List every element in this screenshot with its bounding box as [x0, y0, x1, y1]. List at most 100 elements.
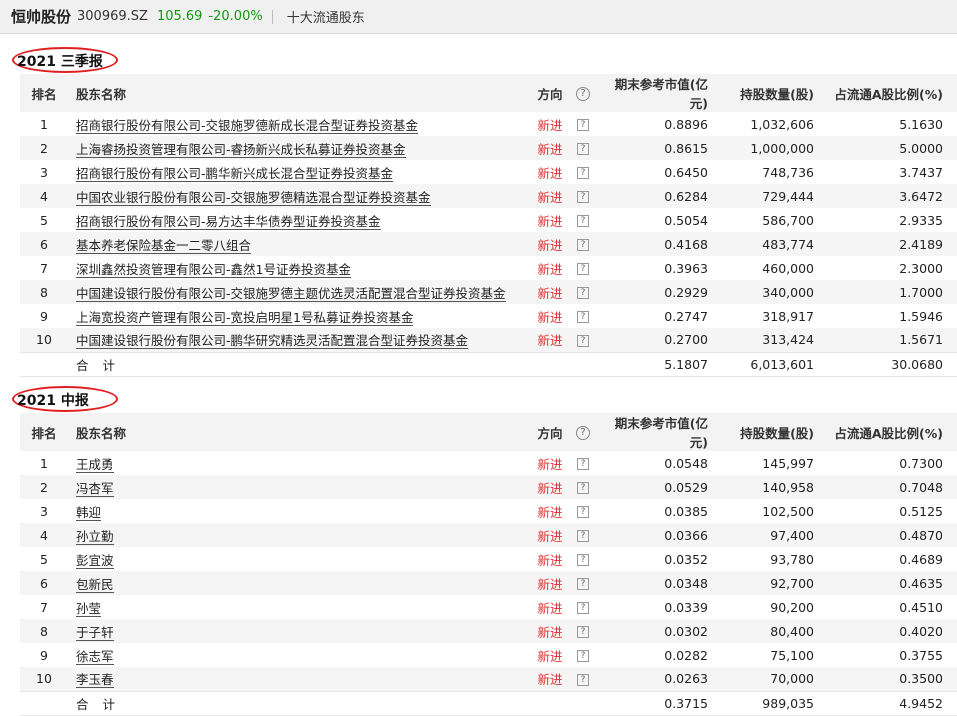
detail-icon[interactable]: ? — [577, 334, 589, 347]
holder-name-link[interactable]: 招商银行股份有限公司-易方达丰华债券型证券投资基金 — [76, 213, 381, 230]
col-help[interactable]: ? — [568, 74, 598, 112]
holder-name-link[interactable]: 中国建设银行股份有限公司-交银施罗德主题优选灵活配置混合型证券投资基金 — [76, 285, 506, 302]
total-rank-cell — [20, 351, 68, 376]
ratio-cell: 0.7048 — [826, 475, 957, 499]
holder-name-cell: 招商银行股份有限公司-交银施罗德新成长混合型证券投资基金 — [68, 112, 532, 136]
detail-icon[interactable]: ? — [577, 554, 589, 566]
holder-name-link[interactable]: 深圳鑫然投资管理有限公司-鑫然1号证券投资基金 — [76, 261, 351, 278]
detail-icon[interactable]: ? — [577, 626, 589, 638]
tab-top-ten-float-holders[interactable]: 十大流通股东 — [287, 7, 365, 26]
table-row: 5 招商银行股份有限公司-易方达丰华债券型证券投资基金 新进? 0.5054 586,7… — [20, 208, 957, 232]
table-row: 9 徐志军 新进? 0.0282 75,100 0.3755 — [20, 643, 957, 667]
total-detail-cell — [568, 690, 598, 715]
col-value: 期末参考市值(亿元) — [598, 74, 720, 112]
holder-name-link[interactable]: 冯杏军 — [76, 480, 114, 497]
direction-cell: 新进 — [532, 232, 568, 256]
detail-icon[interactable]: ? — [577, 602, 589, 614]
total-rank-cell — [20, 690, 68, 715]
section-half-year-report: 2021 中报 排名 股东名称 方向 ? 期末参考市值(亿元) 持股数量(股) … — [0, 385, 957, 716]
holder-name-link[interactable]: 招商银行股份有限公司-鹏华新兴成长混合型证券投资基金 — [76, 165, 394, 182]
detail-icon[interactable]: ? — [577, 215, 589, 227]
holder-name-link[interactable]: 中国建设银行股份有限公司-鹏华研究精选灵活配置混合型证券投资基金 — [76, 333, 469, 350]
holder-name-link[interactable]: 包新民 — [76, 576, 114, 593]
holder-name-link[interactable]: 上海宽投资产管理有限公司-宽投启明星1号私募证券投资基金 — [76, 309, 414, 326]
total-detail-cell — [568, 351, 598, 376]
detail-icon[interactable]: ? — [577, 506, 589, 518]
holder-name-cell: 招商银行股份有限公司-易方达丰华债券型证券投资基金 — [68, 208, 532, 232]
detail-icon[interactable]: ? — [577, 311, 589, 323]
holder-name-link[interactable]: 中国农业银行股份有限公司-交银施罗德精选混合型证券投资基金 — [76, 189, 431, 206]
detail-cell: ? — [568, 208, 598, 232]
table-row: 10 中国建设银行股份有限公司-鹏华研究精选灵活配置混合型证券投资基金 新进? 0.2… — [20, 328, 957, 352]
holder-name-link[interactable]: 李玉春 — [76, 672, 114, 689]
col-name: 股东名称 — [68, 74, 532, 112]
total-label: 合计 — [76, 357, 130, 373]
holder-name-cell: 中国建设银行股份有限公司-交银施罗德主题优选灵活配置混合型证券投资基金 — [68, 280, 532, 304]
ratio-cell: 2.3000 — [899, 260, 943, 276]
detail-icon[interactable]: ? — [577, 458, 589, 470]
rank-cell: 1 — [40, 455, 48, 471]
detail-cell: ? — [568, 595, 598, 619]
holder-name-link[interactable]: 上海睿扬投资管理有限公司-睿扬新兴成长私募证券投资基金 — [76, 141, 406, 158]
holder-name-cell: 中国农业银行股份有限公司-交银施罗德精选混合型证券投资基金 — [68, 184, 532, 208]
ratio-cell: 0.3755 — [899, 647, 943, 663]
table-body: 1 王成勇 新进? 0.0548 145,997 0.7300 2 冯杏军 新进? 0.0529 1… — [20, 451, 957, 715]
value-cell: 0.5054 — [664, 212, 708, 228]
holder-name-cell: 李玉春 — [68, 667, 532, 691]
holder-name-link[interactable]: 孙莹 — [76, 600, 102, 617]
holdings-cell: 145,997 — [762, 455, 814, 471]
header-divider — [271, 9, 273, 24]
table-row: 6 基本养老保险基金一二零八组合 新进? 0.4168 483,774 2.4189 — [20, 232, 957, 256]
detail-icon[interactable]: ? — [577, 287, 589, 299]
holder-name-cell: 基本养老保险基金一二零八组合 — [68, 232, 532, 256]
stock-price: 105.69 — [156, 9, 203, 24]
section-title: 2021 三季报 — [17, 54, 103, 70]
holder-name-link[interactable]: 孙立勤 — [76, 528, 114, 545]
detail-icon[interactable]: ? — [577, 263, 589, 275]
table-row: 6 包新民 新进? 0.0348 92,700 0.4635 — [20, 571, 957, 595]
detail-icon[interactable]: ? — [577, 119, 589, 131]
value-cell: 0.0385 — [664, 503, 708, 519]
value-cell: 0.8896 — [664, 116, 708, 132]
holder-name-cell: 韩迎 — [68, 499, 532, 523]
help-icon[interactable]: ? — [576, 425, 590, 440]
detail-cell: ? — [568, 136, 598, 160]
holder-name-link[interactable]: 招商银行股份有限公司-交银施罗德新成长混合型证券投资基金 — [76, 117, 419, 134]
holder-name-link[interactable]: 王成勇 — [76, 456, 114, 473]
holder-name-link[interactable]: 韩迎 — [76, 504, 102, 521]
holdings-cell: 318,917 — [762, 308, 814, 324]
col-help[interactable]: ? — [568, 413, 598, 451]
holdings-cell: 93,780 — [770, 551, 814, 567]
detail-icon[interactable]: ? — [577, 143, 589, 155]
holder-name-link[interactable]: 基本养老保险基金一二零八组合 — [76, 237, 252, 254]
total-value-cell: 5.1807 — [598, 351, 720, 376]
rank-cell: 2 — [20, 475, 68, 499]
value-cell: 0.0529 — [598, 475, 720, 499]
holder-name-cell: 彭宜波 — [68, 547, 532, 571]
holder-name-cell: 上海宽投资产管理有限公司-宽投启明星1号私募证券投资基金 — [68, 304, 532, 328]
section-q3-report: 2021 三季报 排名 股东名称 方向 ? 期末参考市值(亿元) 持股数量(股)… — [0, 46, 957, 377]
value-cell: 0.8615 — [598, 136, 720, 160]
holder-name-link[interactable]: 彭宜波 — [76, 552, 114, 569]
stock-name: 恒帅股份 — [11, 8, 72, 26]
detail-icon[interactable]: ? — [577, 673, 589, 686]
table-row: 5 彭宜波 新进? 0.0352 93,780 0.4689 — [20, 547, 957, 571]
detail-icon[interactable]: ? — [577, 530, 589, 542]
col-value: 期末参考市值(亿元) — [598, 413, 720, 451]
direction-cell: 新进 — [532, 619, 568, 643]
detail-icon[interactable]: ? — [577, 239, 589, 251]
total-ratio-cell: 30.0680 — [826, 351, 957, 376]
holder-name-link[interactable]: 于子轩 — [76, 624, 114, 641]
holdings-cell: 1,032,606 — [750, 116, 814, 132]
detail-cell: ? — [568, 667, 598, 691]
detail-icon[interactable]: ? — [577, 191, 589, 203]
detail-icon[interactable]: ? — [577, 482, 589, 494]
detail-icon[interactable]: ? — [577, 578, 589, 590]
holder-name-link[interactable]: 徐志军 — [76, 648, 114, 665]
help-icon[interactable]: ? — [576, 86, 590, 101]
detail-icon[interactable]: ? — [577, 650, 589, 662]
total-holdings-cell: 6,013,601 — [720, 351, 826, 376]
detail-icon[interactable]: ? — [577, 167, 589, 179]
holders-table: 排名 股东名称 方向 ? 期末参考市值(亿元) 持股数量(股) 占流通A股比例(… — [20, 74, 957, 377]
table-row: 1 王成勇 新进? 0.0548 145,997 0.7300 — [20, 451, 957, 475]
